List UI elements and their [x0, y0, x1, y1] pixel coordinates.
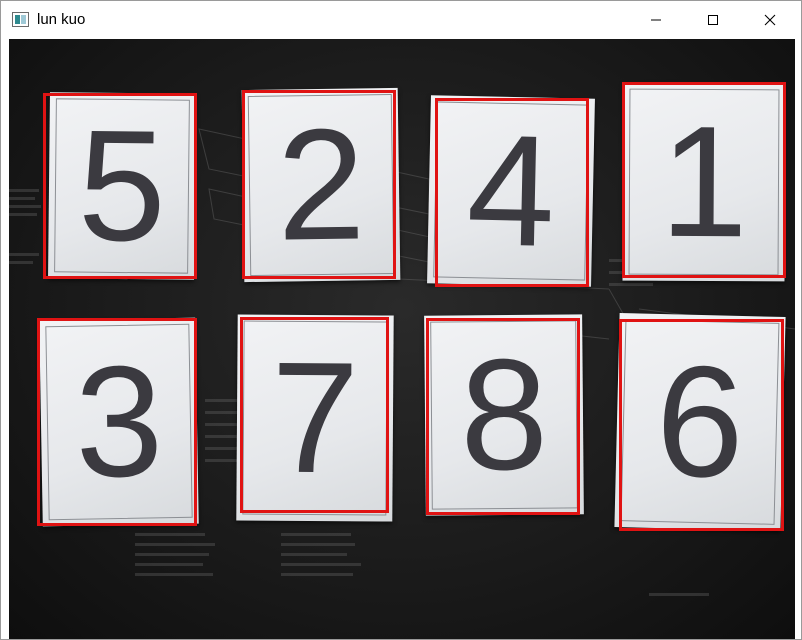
- detection-box: [426, 318, 580, 515]
- detection-box: [240, 317, 389, 513]
- detection-box: [43, 93, 197, 279]
- maximize-button[interactable]: [690, 1, 736, 39]
- icon-pane-left: [15, 15, 20, 24]
- detection-box: [622, 82, 786, 278]
- detection-box: [435, 98, 589, 287]
- camera-view: 5 2 4 1 3 7 8 6: [9, 39, 795, 639]
- window-app-icon[interactable]: [12, 12, 29, 27]
- minimize-icon: [651, 19, 661, 21]
- close-icon: [764, 14, 776, 26]
- detection-box: [619, 319, 784, 531]
- title-bar[interactable]: lun kuo: [1, 1, 801, 39]
- maximize-icon: [708, 15, 718, 25]
- detection-box: [242, 90, 396, 279]
- detection-box: [37, 318, 197, 526]
- icon-pane-right: [21, 15, 26, 24]
- minimize-button[interactable]: [633, 1, 679, 39]
- close-button[interactable]: [747, 1, 793, 39]
- app-window: lun kuo 5 2 4 1 3 7 8 6: [0, 0, 802, 640]
- window-title: lun kuo: [37, 11, 86, 28]
